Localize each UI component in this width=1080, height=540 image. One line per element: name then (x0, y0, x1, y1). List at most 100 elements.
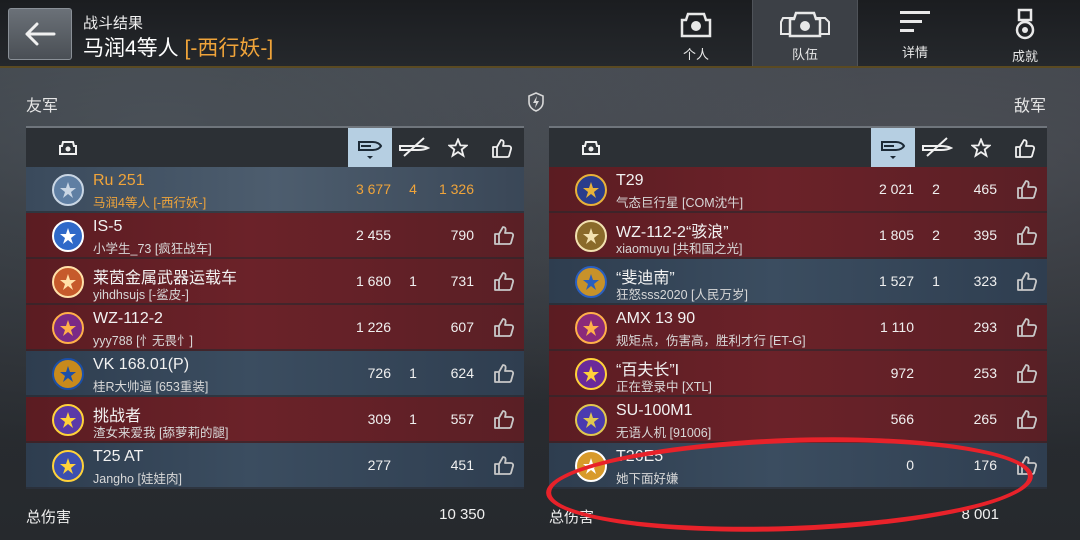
player-row[interactable]: “斐迪南” 狂怒sss2020 [人民万岁] 1 527 1 323 (549, 259, 1047, 305)
back-button[interactable] (8, 8, 72, 60)
player-name: Jangho [娃娃肉] (93, 472, 182, 486)
clan-emblem-icon (575, 404, 607, 436)
team-icon (780, 11, 830, 38)
damage-value: 1 680 (355, 273, 391, 289)
tank-name: Ru 251 (93, 172, 145, 189)
allies-list: Ru 251 马润4等人 [-西行妖-] 3 677 4 1 326 IS-5 … (26, 167, 524, 489)
player-row[interactable]: VK 168.01(P) 桂R大帅逼 [653重装] 726 1 624 (26, 351, 524, 397)
sort-by-damage-button[interactable] (871, 128, 915, 167)
clan-emblem-icon (52, 358, 84, 390)
player-row[interactable]: WZ-112-2 yyy788 [忄无畏忄] 1 226 607 (26, 305, 524, 351)
thumbs-up-icon[interactable] (493, 362, 515, 384)
enemies-column-header (549, 126, 1047, 167)
thumbs-up-icon[interactable] (1016, 178, 1038, 200)
damage-shell-icon (358, 140, 383, 159)
player-row[interactable]: T25 AT Jangho [娃娃肉] 277 451 (26, 443, 524, 489)
achievement-icon (1015, 8, 1035, 40)
thumbs-up-icon[interactable] (1016, 408, 1038, 430)
clan-emblem-icon (52, 312, 84, 344)
personal-icon (680, 12, 712, 38)
thumbs-up-icon[interactable] (493, 224, 515, 246)
player-name: 马润4等人 [-西行妖-] (93, 196, 207, 210)
thumbs-up-icon[interactable] (1016, 224, 1038, 246)
allies-panel: Ru 251 马润4等人 [-西行妖-] 3 677 4 1 326 IS-5 … (26, 126, 524, 489)
sort-by-kills-button[interactable] (392, 128, 436, 167)
player-row[interactable]: Ru 251 马润4等人 [-西行妖-] 3 677 4 1 326 (26, 167, 524, 213)
tab-achievements[interactable]: 成就 (972, 0, 1078, 66)
clan-emblem-icon (52, 174, 84, 206)
tab-achievements-label: 成就 (1011, 49, 1038, 64)
clan-emblem-icon (575, 358, 607, 390)
thumbs-up-icon[interactable] (1016, 316, 1038, 338)
sort-by-kills-button[interactable] (915, 128, 959, 167)
clan-emblem-icon (575, 312, 607, 344)
sort-by-xp-button[interactable] (959, 128, 1003, 167)
thumbs-up-icon[interactable] (493, 454, 515, 476)
star-icon (971, 137, 991, 158)
player-name: 狂怒sss2020 [人民万岁] (616, 288, 748, 302)
player-name: 小学生_73 [疯狂战车] (93, 242, 212, 256)
sort-by-likes-button[interactable] (1003, 128, 1047, 167)
player-name: 无语人机 [91006] (616, 426, 712, 440)
top-bar: 战斗结果 马润4等人 [-西行妖-] 个人 队伍 详情 成就 (0, 0, 1080, 68)
xp-value: 465 (973, 181, 997, 197)
tank-icon (582, 140, 600, 155)
sort-by-tank-button[interactable] (569, 128, 613, 167)
player-row[interactable]: IS-5 小学生_73 [疯狂战车] 2 455 790 (26, 213, 524, 259)
thumbs-up-icon[interactable] (493, 316, 515, 338)
kills-icon (399, 136, 430, 157)
thumbs-up-icon[interactable] (493, 270, 515, 292)
sort-by-tank-button[interactable] (46, 128, 90, 167)
player-name: xiaomuyu [共和国之光] (616, 242, 743, 256)
tank-icon (59, 140, 77, 155)
clan-emblem-icon (52, 220, 84, 252)
thumbs-up-icon[interactable] (1016, 362, 1038, 384)
damage-value: 2 021 (878, 181, 914, 197)
tank-name: SU-100M1 (616, 402, 693, 419)
thumbs-up-icon[interactable] (493, 408, 515, 430)
thumbs-up-icon[interactable] (1016, 270, 1038, 292)
enemies-title: 敌军 (1013, 98, 1046, 115)
battle-result-label: 战斗结果 (83, 15, 144, 32)
allies-column-header (26, 126, 524, 167)
kills-icon (922, 136, 953, 157)
tab-team[interactable]: 队伍 (752, 0, 858, 66)
tab-personal[interactable]: 个人 (643, 0, 749, 66)
xp-value: 1 326 (438, 181, 474, 197)
damage-value: 277 (367, 457, 391, 473)
damage-value: 2 455 (355, 227, 391, 243)
player-name: yihdhsujs [-鲨皮-] (93, 288, 189, 302)
sort-by-xp-button[interactable] (436, 128, 480, 167)
details-icon (900, 11, 930, 32)
player-row[interactable]: AMX 13 90 规矩点，伤害高，胜利才行 [ET-G] 1 110 293 (549, 305, 1047, 351)
player-name: yyy788 [忄无畏忄] (93, 334, 194, 348)
sort-by-damage-button[interactable] (348, 128, 392, 167)
player-row[interactable]: “百夫长”I 正在登录中 [XTL] 972 253 (549, 351, 1047, 397)
tank-name: IS-5 (93, 218, 123, 235)
damage-value: 1 110 (880, 319, 914, 335)
player-row[interactable]: WZ-112-2“骇浪” xiaomuyu [共和国之光] 1 805 2 39… (549, 213, 1047, 259)
xp-value: 265 (973, 411, 997, 427)
player-row[interactable]: 挑战者 渣女来爱我 [舔萝莉的腿] 309 1 557 (26, 397, 524, 443)
damage-value: 309 (367, 411, 391, 427)
player-row[interactable]: SU-100M1 无语人机 [91006] 566 265 (549, 397, 1047, 443)
tank-name: T25 AT (93, 448, 144, 465)
sort-by-likes-button[interactable] (480, 128, 524, 167)
star-icon (448, 137, 468, 158)
clan-emblem-icon (575, 220, 607, 252)
xp-value: 607 (450, 319, 474, 335)
player-row[interactable]: T29 气态巨行星 [COM沈牛] 2 021 2 465 (549, 167, 1047, 213)
tank-name: WZ-112-2 (93, 310, 163, 327)
tab-details[interactable]: 详情 (862, 0, 968, 66)
xp-value: 731 (450, 273, 474, 289)
xp-value: 557 (450, 411, 474, 427)
tank-name: T29 (616, 172, 644, 189)
player-name: 正在登录中 [XTL] (616, 380, 712, 394)
clan-emblem-icon (52, 450, 84, 482)
thumbs-up-icon (492, 138, 513, 158)
xp-value: 323 (973, 273, 997, 289)
xp-value: 624 (450, 365, 474, 381)
player-row[interactable]: 莱茵金属武器运载车 yihdhsujs [-鲨皮-] 1 680 1 731 (26, 259, 524, 305)
allies-title: 友军 (26, 98, 59, 115)
enemies-panel: T29 气态巨行星 [COM沈牛] 2 021 2 465 WZ-112-2“骇… (549, 126, 1047, 489)
